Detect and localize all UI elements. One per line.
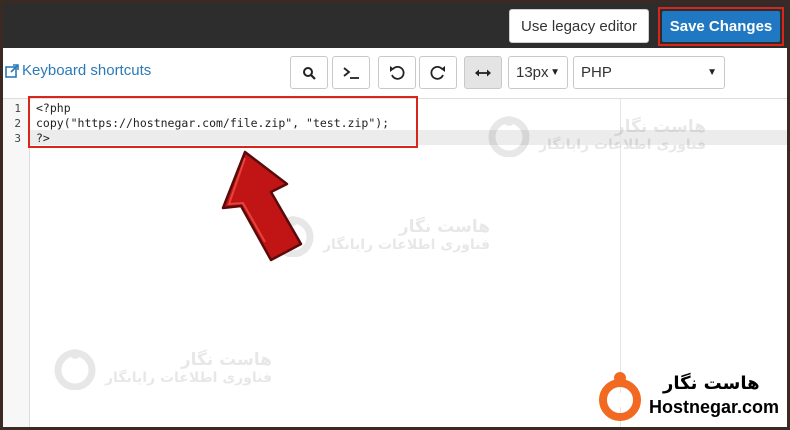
terminal-icon bbox=[343, 66, 359, 79]
brand-name-english: Hostnegar.com bbox=[649, 397, 780, 417]
file-editor-window: Use legacy editor Save Changes Keyboard … bbox=[3, 3, 787, 427]
editor-toolbar: Keyboard shortcuts 13px ▼ PHP ▼ bbox=[3, 48, 787, 98]
watermark-subtitle: فناوری اطلاعات رایانگار bbox=[539, 137, 707, 153]
hostnegar-logo-icon bbox=[599, 372, 641, 421]
chevron-down-icon: ▼ bbox=[707, 67, 717, 78]
top-bar: Use legacy editor Save Changes bbox=[3, 3, 787, 48]
watermark-title: هاست نگار bbox=[180, 350, 273, 370]
search-icon bbox=[303, 66, 316, 80]
font-size-select[interactable]: 13px ▼ bbox=[508, 56, 568, 89]
save-changes-button[interactable]: Save Changes bbox=[662, 11, 780, 42]
external-link-icon bbox=[5, 63, 19, 78]
line-number: 1 bbox=[14, 102, 21, 115]
red-arrow-icon bbox=[221, 150, 303, 262]
line-number: 3 bbox=[14, 132, 21, 145]
watermark-subtitle: فناوری اطلاعات رایانگار bbox=[105, 370, 273, 386]
font-size-value: 13px bbox=[516, 64, 549, 81]
console-button[interactable] bbox=[332, 56, 370, 89]
redo-button[interactable] bbox=[419, 56, 457, 89]
watermark: هاست نگار فناوری اطلاعات رایانگار bbox=[53, 346, 272, 390]
code-highlight-box bbox=[28, 96, 418, 148]
line-number-gutter: 1 2 3 bbox=[3, 99, 30, 427]
undo-icon bbox=[390, 65, 405, 80]
keyboard-shortcuts-link[interactable]: Keyboard shortcuts bbox=[5, 62, 151, 79]
save-button-highlight: Save Changes bbox=[658, 7, 784, 46]
keyboard-shortcuts-label: Keyboard shortcuts bbox=[22, 62, 152, 79]
undo-button[interactable] bbox=[378, 56, 416, 89]
use-legacy-editor-button[interactable]: Use legacy editor bbox=[509, 9, 649, 43]
watermark-title: هاست نگار bbox=[614, 117, 707, 137]
chevron-down-icon: ▼ bbox=[550, 67, 560, 78]
watermark-subtitle: فناوری اطلاعات رایانگار bbox=[323, 237, 491, 253]
hostnegar-logo-icon bbox=[54, 349, 96, 390]
search-button[interactable] bbox=[290, 56, 328, 89]
wrap-toggle-button[interactable] bbox=[464, 56, 502, 89]
watermark-title: هاست نگار bbox=[398, 217, 491, 237]
brand-name-persian: هاست نگار bbox=[663, 373, 760, 394]
hostnegar-logo-icon bbox=[488, 116, 530, 157]
language-select[interactable]: PHP ▼ bbox=[573, 56, 725, 89]
watermark: هاست نگار فناوری اطلاعات رایانگار bbox=[487, 113, 706, 157]
line-number: 2 bbox=[14, 117, 21, 130]
language-value: PHP bbox=[581, 64, 612, 81]
redo-icon bbox=[430, 65, 445, 80]
horizontal-arrows-icon bbox=[475, 69, 491, 76]
